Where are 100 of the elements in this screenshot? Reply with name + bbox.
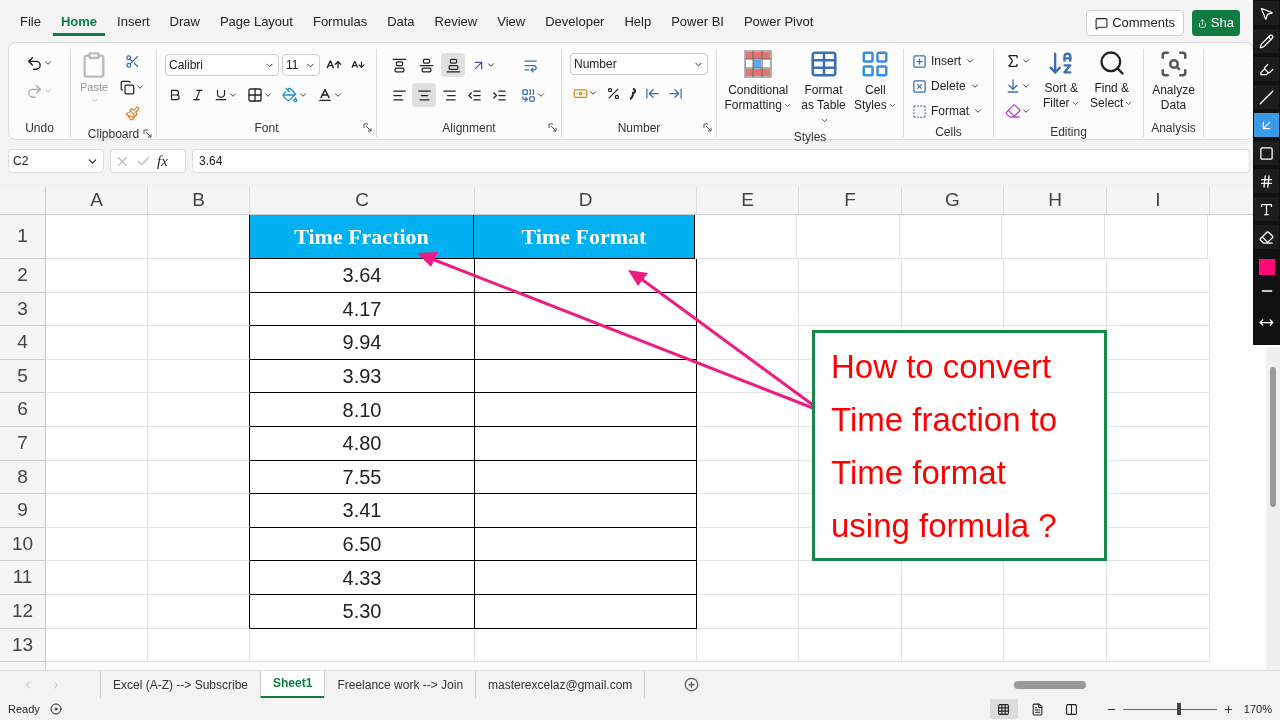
menu-tab[interactable]: View — [489, 10, 534, 36]
comment-icon — [1095, 16, 1109, 30]
dialog-launcher-icon[interactable] — [143, 129, 152, 138]
row-header[interactable]: 8 — [0, 460, 46, 495]
redo-icon — [26, 82, 43, 100]
row-header[interactable]: 9 — [0, 494, 46, 528]
insert-cells-button[interactable]: Insert — [912, 49, 985, 73]
find-select-button[interactable]: Find & Select — [1088, 49, 1135, 123]
align-center-button[interactable] — [412, 83, 436, 107]
menu-tab[interactable]: Power BI — [663, 10, 732, 36]
pencil-tool[interactable] — [1254, 29, 1279, 53]
rectangle-tool[interactable] — [1254, 141, 1279, 165]
column-header[interactable]: F — [799, 187, 902, 214]
grid-cell[interactable] — [148, 259, 250, 293]
grid-cell[interactable] — [148, 460, 250, 495]
zoom-slider[interactable] — [1122, 703, 1217, 715]
number-format-field[interactable]: Number — [570, 53, 708, 75]
dialog-launcher-icon[interactable] — [703, 123, 712, 132]
formula-field[interactable]: 3.64 — [192, 149, 1250, 173]
menu-tab[interactable]: Power Pivot — [735, 10, 822, 36]
name-box[interactable]: C2 — [8, 149, 104, 173]
column-header[interactable]: B — [148, 187, 250, 214]
row-header[interactable]: 10 — [0, 527, 46, 562]
row-header[interactable]: 6 — [0, 393, 46, 427]
format-cells-button[interactable]: Format — [912, 99, 985, 123]
row-header[interactable]: 12 — [0, 594, 46, 629]
insert-function-button[interactable]: fx — [157, 149, 168, 173]
column-header[interactable]: D — [475, 187, 697, 214]
align-bottom-button[interactable] — [441, 53, 465, 77]
grid-cell[interactable] — [148, 326, 250, 360]
view-icon — [1031, 702, 1045, 716]
delete-cells-button[interactable]: Delete — [912, 74, 985, 98]
menu-tab[interactable]: Review — [426, 10, 486, 36]
cell-styles-button[interactable]: Cell Styles — [853, 49, 897, 128]
menu-tab[interactable]: Page Layout — [211, 10, 301, 36]
menu-tab[interactable]: Insert — [109, 10, 158, 36]
grid-cell[interactable] — [148, 561, 250, 595]
grid-cell[interactable] — [148, 292, 250, 327]
line-tool[interactable] — [1254, 85, 1279, 109]
format-as-table-button[interactable]: Format as Table — [797, 49, 850, 128]
grid-cell[interactable] — [148, 494, 250, 528]
grid-cell[interactable] — [148, 393, 250, 427]
row-header[interactable]: 2 — [0, 259, 46, 293]
normal-view-button[interactable] — [989, 699, 1018, 719]
row-header[interactable]: 1 — [0, 215, 46, 259]
share-icon — [1198, 16, 1207, 30]
font-size-field[interactable]: 11 — [282, 54, 320, 76]
add-sheet-icon[interactable] — [684, 677, 700, 692]
column-header[interactable]: H — [1004, 187, 1107, 214]
row-header[interactable]: 4 — [0, 326, 46, 360]
menu-tab[interactable]: File — [12, 10, 49, 36]
grid-cell[interactable] — [148, 594, 250, 629]
menu-tab[interactable]: Draw — [161, 10, 208, 36]
font-name-field[interactable]: Calibri — [165, 54, 279, 76]
row-header[interactable]: 13 — [0, 628, 46, 663]
menu-tab[interactable]: Data — [379, 10, 423, 36]
column-header[interactable]: A — [46, 187, 148, 214]
row-header[interactable]: 11 — [0, 561, 46, 595]
text-tool[interactable] — [1254, 197, 1279, 221]
zoom-level[interactable]: 170% — [1243, 700, 1272, 718]
comments-button[interactable]: Comments — [1086, 10, 1184, 36]
vertical-scrollbar[interactable] — [1266, 347, 1280, 670]
group-label: Undo — [25, 120, 54, 137]
column-header[interactable]: E — [697, 187, 799, 214]
pointer-tool[interactable] — [1254, 1, 1279, 25]
eraser-tool[interactable] — [1254, 225, 1279, 249]
column-header[interactable]: G — [902, 187, 1004, 214]
row-header[interactable]: 5 — [0, 359, 46, 394]
menu-tab[interactable]: Formulas — [304, 10, 376, 36]
analyze-data-button[interactable]: Analyze Data — [1148, 49, 1199, 119]
callout-text: How to convert — [831, 346, 1053, 387]
number-tool[interactable] — [1254, 169, 1279, 193]
grid-cell[interactable] — [148, 527, 250, 562]
wrap-text-icon — [523, 57, 538, 73]
callout-text: Time format — [831, 452, 1007, 493]
dialog-launcher-icon[interactable] — [548, 123, 557, 132]
caret-icon — [43, 58, 53, 68]
conditional-formatting-button[interactable]: Conditional Formatting — [723, 49, 794, 128]
share-button[interactable]: Sha — [1192, 10, 1240, 36]
copy-icon — [120, 79, 135, 95]
sort-filter-button[interactable]: Sort & Filter — [1038, 49, 1085, 123]
color-swatch[interactable] — [1258, 259, 1275, 275]
row-header[interactable]: 3 — [0, 292, 46, 327]
dialog-launcher-icon[interactable] — [363, 123, 372, 132]
column-header[interactable]: C — [250, 187, 475, 214]
caret-icon — [298, 90, 308, 100]
align-right-icon — [441, 87, 457, 103]
sheet-tab[interactable]: Sheet1 — [260, 670, 325, 699]
fill-down-icon — [1005, 78, 1021, 94]
row-header[interactable]: 7 — [0, 426, 46, 461]
menu-tab[interactable]: Developer — [537, 10, 613, 36]
menu-tab[interactable]: Home — [52, 10, 106, 36]
zoom-in-icon[interactable] — [1222, 703, 1234, 715]
macro-record-icon[interactable] — [49, 703, 62, 715]
merge-icon — [521, 87, 536, 103]
menu-tab[interactable]: Help — [616, 10, 660, 36]
column-header[interactable]: I — [1107, 187, 1210, 214]
grid-cell[interactable] — [148, 359, 250, 394]
highlighter-tool[interactable] — [1254, 57, 1279, 81]
grid-cell[interactable] — [148, 426, 250, 461]
